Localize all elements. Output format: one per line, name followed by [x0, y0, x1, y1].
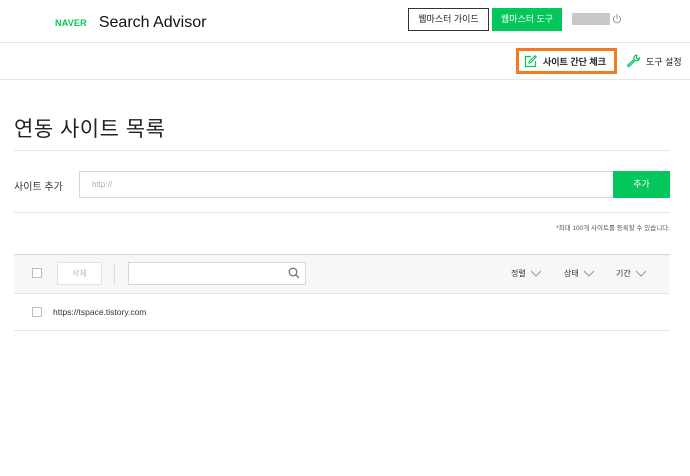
add-site-button[interactable]: 추가	[613, 171, 670, 198]
chevron-down-icon	[530, 270, 542, 277]
webmaster-guide-button[interactable]: 웹마스터 가이드	[408, 8, 489, 31]
brand-title: Search Advisor	[98, 14, 207, 31]
site-quick-check-button[interactable]: 사이트 간단 체크	[516, 48, 617, 74]
site-url-input[interactable]	[79, 171, 614, 198]
page-title: 연동 사이트 목록	[14, 118, 166, 141]
status-label: 상태	[564, 269, 579, 278]
divider	[14, 212, 670, 213]
row-checkbox[interactable]	[32, 307, 42, 317]
delete-button[interactable]: 삭제	[57, 262, 102, 285]
search-icon[interactable]	[288, 267, 300, 279]
chevron-down-icon	[635, 270, 647, 277]
webmaster-tools-button[interactable]: 웹마스터 도구	[492, 8, 562, 31]
tool-settings-button[interactable]: 도구 설정	[626, 54, 682, 68]
naver-logo: NAVER	[55, 18, 87, 28]
tool-settings-label: 도구 설정	[646, 56, 682, 67]
chevron-down-icon	[583, 270, 595, 277]
wrench-icon	[626, 54, 641, 68]
divider	[114, 264, 115, 284]
period-label: 기간	[616, 269, 631, 278]
logout-power-icon[interactable]	[612, 13, 622, 25]
edit-icon	[524, 54, 537, 67]
select-all-checkbox[interactable]	[32, 268, 42, 278]
logo[interactable]: NAVER Search Advisor	[55, 14, 206, 32]
add-site-label: 사이트 추가	[14, 182, 63, 193]
site-limit-note: *최대 100개 사이트를 등록할 수 있습니다.	[556, 225, 670, 232]
site-url-link[interactable]: https://tspace.tistory.com	[53, 307, 146, 317]
sort-dropdown[interactable]: 정렬	[511, 268, 542, 279]
status-dropdown[interactable]: 상태	[564, 268, 595, 279]
quick-check-label: 사이트 간단 체크	[543, 56, 606, 67]
sort-label: 정렬	[511, 269, 526, 278]
search-input[interactable]	[128, 262, 306, 285]
period-dropdown[interactable]: 기간	[616, 268, 647, 279]
divider	[14, 150, 670, 151]
user-id-redacted[interactable]	[572, 13, 610, 25]
